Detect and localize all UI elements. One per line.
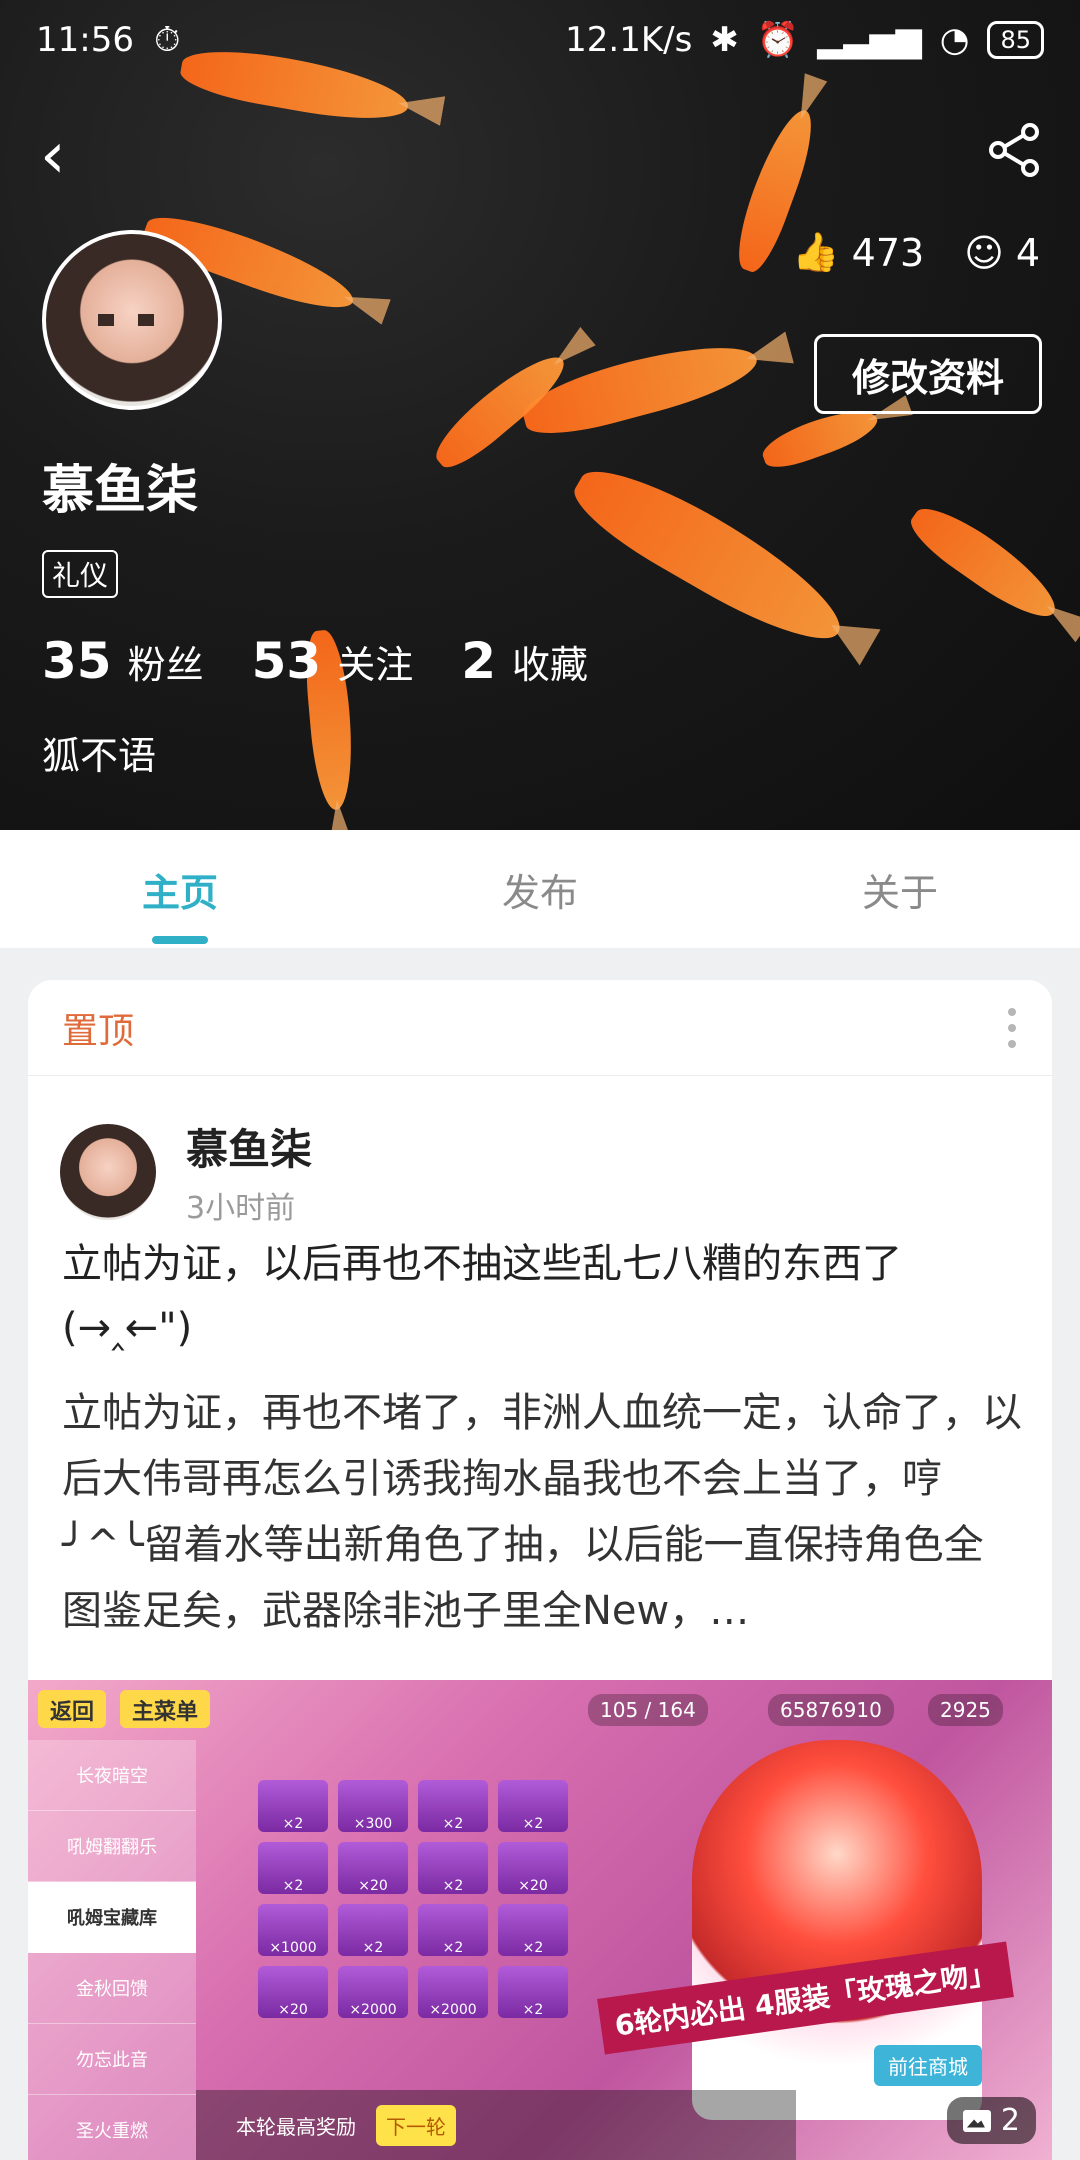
post-image[interactable]: 返回 主菜单 105 / 164 65876910 2925 长夜暗空 吼姆翻翻…	[28, 1680, 1052, 2160]
tab-home[interactable]: 主页	[0, 830, 360, 948]
reward-cell: ×2	[498, 1904, 568, 1956]
profile-avatar[interactable]	[42, 230, 222, 410]
game-side-menu: 长夜暗空 吼姆翻翻乐 吼姆宝藏库 金秋回馈 勿忘此音 圣火重燃	[28, 1740, 196, 2160]
tab-posts-label: 发布	[501, 870, 578, 915]
network-speed: 12.1K/s	[565, 20, 693, 60]
battery-indicator: 85	[987, 21, 1044, 59]
card-header: 置顶	[28, 980, 1052, 1076]
game-shop-button: 前往商城	[874, 2045, 982, 2086]
reward-cell: ×1000	[258, 1904, 328, 1956]
game-reward-label: 本轮最高奖励	[236, 2114, 356, 2139]
tab-home-label: 主页	[141, 870, 218, 915]
post-time: 3小时前	[186, 1191, 296, 1226]
avatar-face-detail	[98, 314, 168, 326]
following-count[interactable]: 53 关注	[252, 632, 414, 690]
reward-cell: ×2	[338, 1904, 408, 1956]
thumbs-up-icon: 👍	[792, 230, 840, 274]
author-meta: 慕鱼柒 3小时前	[186, 1116, 312, 1227]
image-icon	[962, 2109, 991, 2132]
smile-metric[interactable]: ☺ 4	[964, 231, 1040, 275]
reward-cell: ×2	[418, 1780, 488, 1832]
reward-cell: ×2	[258, 1780, 328, 1832]
game-side-item: 长夜暗空	[28, 1740, 196, 1811]
game-back-label: 返回	[38, 1690, 107, 1728]
share-icon[interactable]	[984, 120, 1044, 180]
favorites-count[interactable]: 2 收藏	[461, 632, 588, 690]
game-reward-grid: ×2 ×300 ×2 ×2 ×2 ×20 ×2 ×20 ×1000 ×2 ×2 …	[258, 1780, 568, 2018]
likes-count: 473	[851, 230, 925, 275]
game-next-round: 下一轮	[376, 2104, 456, 2146]
tab-posts[interactable]: 发布	[360, 830, 720, 948]
goldfish-decoration	[516, 329, 764, 446]
reward-cell: ×2	[418, 1842, 488, 1894]
followers-count[interactable]: 35 粉丝	[42, 632, 204, 690]
game-topbar: 返回 主菜单	[28, 1680, 1052, 1738]
reward-cell: ×20	[258, 1966, 328, 2018]
edit-profile-button[interactable]: 修改资料	[814, 334, 1042, 414]
profile-metrics: 👍 473 ☺ 4	[792, 230, 1040, 275]
game-resource-1: 105 / 164	[588, 1694, 708, 1726]
wifi-icon: ◔	[939, 20, 970, 60]
more-options-icon[interactable]	[1008, 1007, 1018, 1048]
author-name: 慕鱼柒	[186, 1125, 313, 1174]
game-menu-label: 主菜单	[120, 1690, 211, 1728]
reward-cell: ×2000	[418, 1966, 488, 2018]
post-author[interactable]: 慕鱼柒 3小时前	[60, 1116, 312, 1227]
image-count-badge[interactable]: 2	[946, 2097, 1036, 2144]
reward-cell: ×2	[258, 1842, 328, 1894]
alarm-icon: ⏰	[756, 20, 800, 60]
back-arrow-icon[interactable]: ‹	[40, 124, 66, 188]
pinned-label: 置顶	[62, 1010, 135, 1052]
profile-header-background: 11:56 ⏱ 12.1K/s ✱ ⏰ ▂▃▅▆ ◔ 85 ‹ 👍 473 ☺ …	[0, 0, 1080, 830]
game-side-item: 吼姆翻翻乐	[28, 1811, 196, 1882]
active-tab-indicator	[152, 936, 208, 944]
profile-counts: 35 粉丝 53 关注 2 收藏	[42, 632, 588, 690]
status-time: 11:56	[36, 20, 134, 60]
status-bar: 11:56 ⏱ 12.1K/s ✱ ⏰ ▂▃▅▆ ◔ 85	[0, 0, 1080, 80]
game-bottom-bar: 本轮最高奖励 下一轮	[196, 2090, 796, 2160]
reward-cell: ×20	[338, 1842, 408, 1894]
game-side-item: 勿忘此音	[28, 2024, 196, 2095]
post-title[interactable]: 立帖为证，以后再也不抽这些乱七八糟的东西了(→‸←")	[62, 1232, 1022, 1360]
bluetooth-icon: ✱	[710, 20, 739, 60]
game-resource-3: 2925	[928, 1694, 1003, 1726]
reward-cell: ×300	[338, 1780, 408, 1832]
reward-cell: ×2	[498, 1966, 568, 2018]
game-side-item: 圣火重燃	[28, 2095, 196, 2160]
post-body[interactable]: 立帖为证，再也不堵了，非洲人血统一定，认命了，以后大伟哥再怎么引诱我掏水晶我也不…	[62, 1380, 1022, 1644]
smile-icon: ☺	[964, 230, 1004, 275]
profile-name: 慕鱼柒	[42, 461, 199, 521]
profile-tag: 礼仪	[42, 550, 119, 598]
author-avatar[interactable]	[60, 1123, 156, 1220]
game-resource-2: 65876910	[768, 1694, 894, 1726]
pinned-post-card[interactable]: 置顶 慕鱼柒 3小时前 立帖为证，以后再也不抽这些乱七八糟的东西了(→‸←") …	[28, 980, 1052, 2160]
reward-cell: ×2	[498, 1780, 568, 1832]
top-navigation: ‹	[0, 110, 1080, 190]
timer-icon: ⏱	[153, 20, 181, 60]
image-count: 2	[1000, 2103, 1020, 2138]
tab-about-label: 关于	[861, 870, 938, 915]
profile-bio: 狐不语	[42, 734, 157, 778]
reward-cell: ×20	[498, 1842, 568, 1894]
smile-count: 4	[1015, 230, 1040, 275]
goldfish-decoration	[902, 495, 1068, 630]
reward-cell: ×2000	[338, 1966, 408, 2018]
goldfish-decoration	[562, 449, 858, 661]
game-side-item: 吼姆宝藏库	[28, 1882, 196, 1953]
reward-cell: ×2	[418, 1904, 488, 1956]
likes-metric[interactable]: 👍 473	[792, 230, 924, 275]
tab-about[interactable]: 关于	[720, 830, 1080, 948]
game-side-item: 金秋回馈	[28, 1953, 196, 2024]
profile-tabs: 主页 发布 关于	[0, 830, 1080, 948]
signal-icon: ▂▃▅▆	[817, 20, 922, 60]
